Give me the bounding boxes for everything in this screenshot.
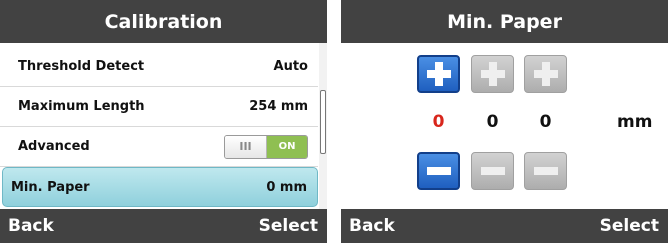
menu-item-label: Advanced <box>18 139 90 154</box>
screen-title: Min. Paper <box>341 0 668 43</box>
plus-icon <box>480 62 505 86</box>
increment-digit-3-button[interactable] <box>524 55 567 93</box>
increment-digit-2-button[interactable] <box>471 55 514 93</box>
minus-icon <box>533 167 558 175</box>
softkey-bar: Back Select <box>0 209 327 243</box>
minus-icon <box>426 167 451 175</box>
select-button[interactable]: Select <box>259 209 318 243</box>
decrement-digit-3-button[interactable] <box>524 152 567 190</box>
min-paper-screen: Min. Paper 0 0 0 mm Back Select <box>341 0 668 243</box>
softkey-bar: Back Select <box>341 209 668 243</box>
decrement-digit-1-button[interactable] <box>417 152 460 190</box>
plus-icon <box>533 62 558 86</box>
menu-item-advanced[interactable]: Advanced III ON <box>0 127 318 167</box>
menu-item-label: Min. Paper <box>11 179 90 195</box>
increment-digit-1-button[interactable] <box>417 55 460 93</box>
digit-3: 0 <box>539 112 552 132</box>
menu-item-value: Auto <box>273 59 308 74</box>
unit-label: mm <box>617 112 653 132</box>
menu-item-label: Threshold Detect <box>18 59 145 74</box>
plus-icon <box>426 62 451 86</box>
menu-item-value: 0 mm <box>266 179 307 195</box>
calibration-screen: Calibration Threshold Detect Auto Maximu… <box>0 0 327 243</box>
decrement-digit-2-button[interactable] <box>471 152 514 190</box>
digit-1: 0 <box>432 112 445 132</box>
menu-item-min-paper[interactable]: Min. Paper 0 mm <box>2 167 318 207</box>
back-button[interactable]: Back <box>349 209 395 243</box>
menu-item-maximum-length[interactable]: Maximum Length 254 mm <box>0 87 318 127</box>
menu-item-value: 254 mm <box>249 99 308 114</box>
back-button[interactable]: Back <box>8 209 54 243</box>
digit-2: 0 <box>486 112 499 132</box>
toggle-knob[interactable]: III <box>225 135 267 158</box>
minus-icon <box>480 167 505 175</box>
scrollbar-thumb[interactable] <box>320 90 326 154</box>
menu-item-threshold-detect[interactable]: Threshold Detect Auto <box>0 47 318 87</box>
menu-item-label: Maximum Length <box>18 99 145 114</box>
advanced-toggle[interactable]: III ON <box>224 134 308 159</box>
toggle-state: ON <box>267 135 307 158</box>
screen-title: Calibration <box>0 0 327 43</box>
select-button[interactable]: Select <box>600 209 659 243</box>
